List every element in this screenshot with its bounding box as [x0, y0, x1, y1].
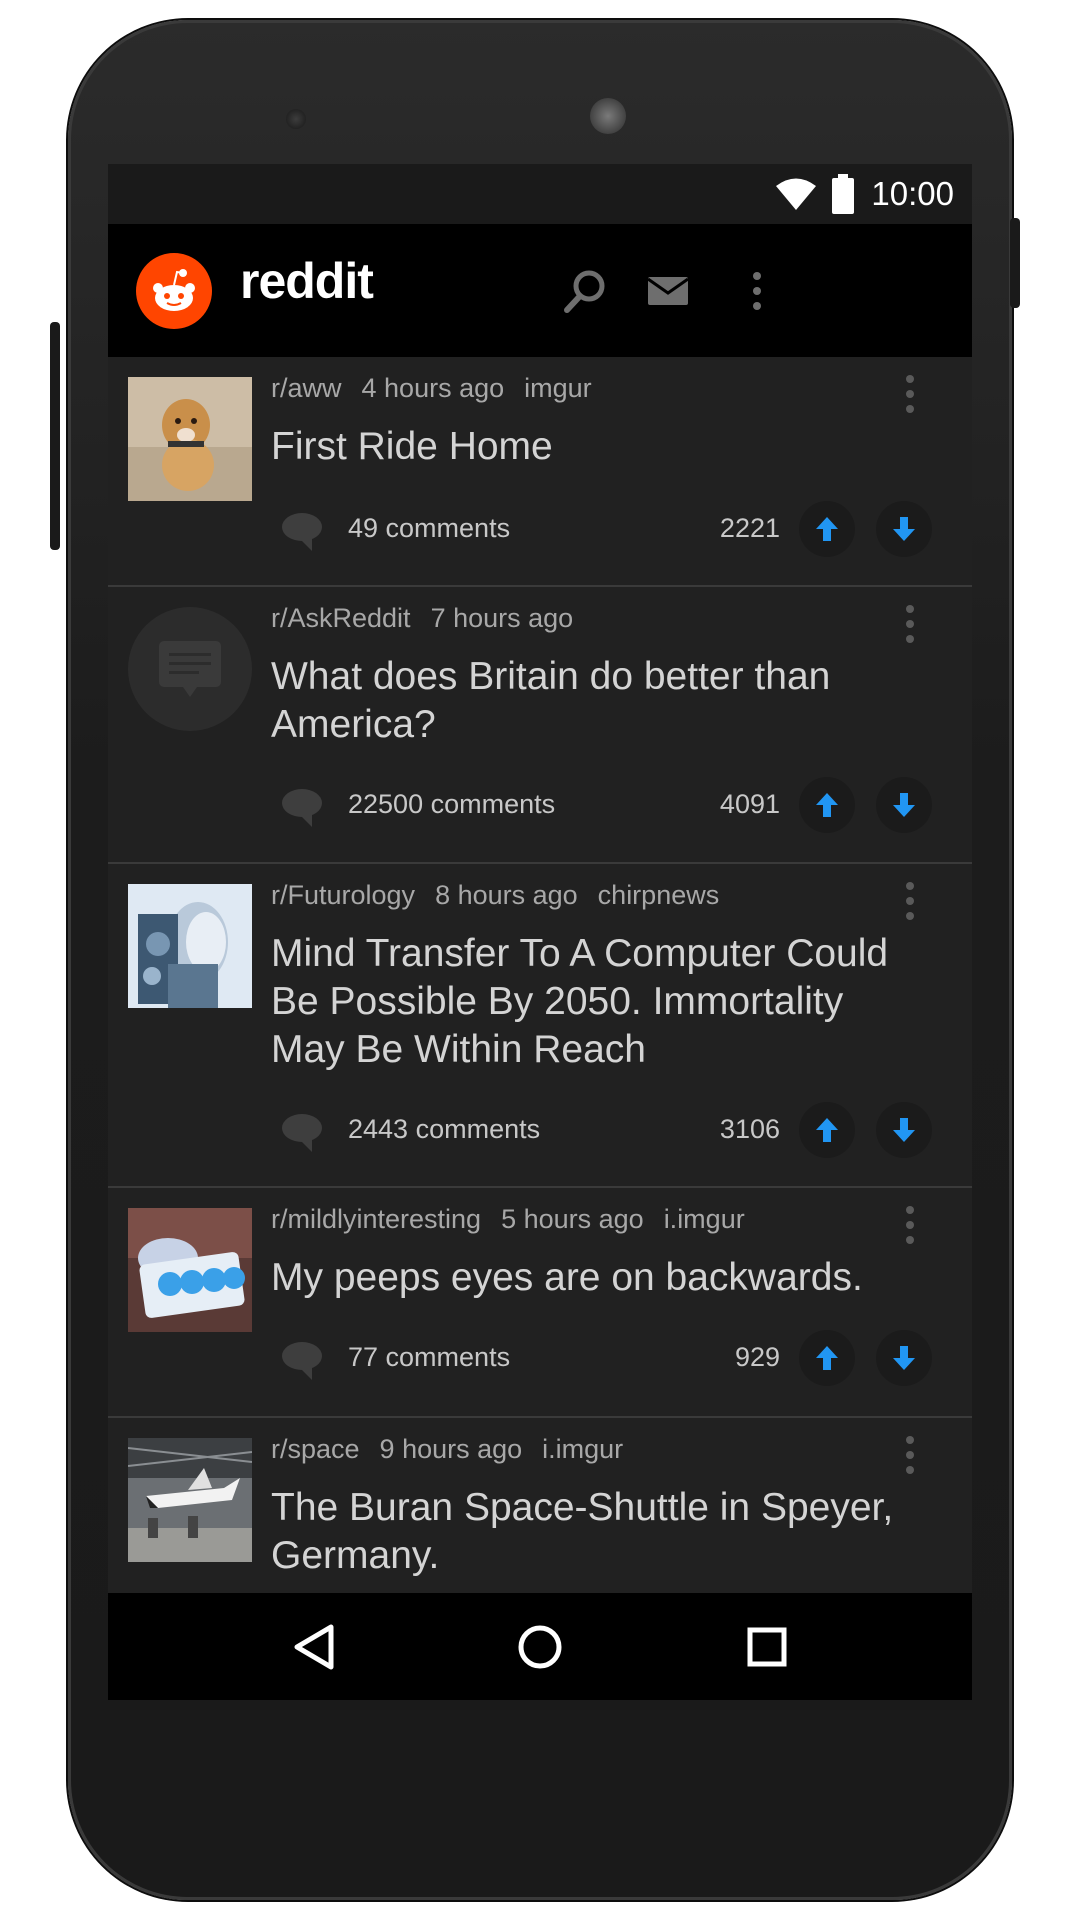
power-button	[1010, 218, 1020, 308]
post-subreddit[interactable]: r/Futurology	[271, 880, 415, 910]
battery-icon	[832, 174, 855, 214]
earpiece-speaker	[590, 98, 626, 134]
post-meta: r/mildlyinteresting 5 hours ago i.imgur	[271, 1204, 765, 1235]
post-thumbnail[interactable]	[128, 377, 252, 501]
arrow-down-icon	[893, 793, 915, 817]
post-age: 8 hours ago	[435, 880, 578, 910]
arrow-down-icon	[893, 1118, 915, 1142]
search-icon[interactable]	[558, 264, 612, 318]
post-subreddit[interactable]: r/space	[271, 1434, 360, 1464]
post-meta: r/space 9 hours ago i.imgur	[271, 1434, 643, 1465]
post-overflow-icon[interactable]	[898, 369, 922, 419]
post-item[interactable]: r/Futurology 8 hours ago chirpnews Mind Tr…	[108, 864, 972, 1188]
vote-score: 929	[734, 1342, 780, 1372]
comment-icon[interactable]	[278, 785, 326, 829]
comment-count[interactable]: 22500 comments	[348, 789, 555, 820]
post-meta: r/aww 4 hours ago imgur	[271, 373, 612, 404]
front-camera	[286, 109, 306, 129]
status-bar: 10:00	[108, 164, 972, 224]
volume-button	[50, 322, 60, 550]
post-title[interactable]: First Ride Home	[271, 423, 921, 471]
post-domain: i.imgur	[663, 1204, 745, 1234]
post-overflow-icon[interactable]	[898, 1430, 922, 1480]
back-button[interactable]	[288, 1621, 340, 1673]
recents-square-icon	[747, 1627, 787, 1667]
post-title[interactable]: My peeps eyes are on backwards.	[271, 1254, 921, 1302]
comment-count[interactable]: 77 comments	[348, 1342, 510, 1373]
home-circle-icon	[518, 1625, 562, 1669]
post-item[interactable]: r/AskReddit 7 hours ago What does Britain…	[108, 587, 972, 864]
post-thumbnail[interactable]	[128, 884, 252, 1008]
upvote-button[interactable]	[799, 1330, 855, 1386]
post-actions: 22500 comments 4091	[108, 775, 972, 835]
comment-count[interactable]: 49 comments	[348, 513, 510, 544]
post-age: 5 hours ago	[501, 1204, 644, 1234]
post-domain: imgur	[524, 373, 592, 403]
comment-icon[interactable]	[278, 1110, 326, 1154]
arrow-up-icon	[816, 517, 838, 541]
downvote-button[interactable]	[876, 777, 932, 833]
post-overflow-icon[interactable]	[898, 599, 922, 649]
comment-icon[interactable]	[278, 1338, 326, 1382]
post-age: 4 hours ago	[361, 373, 505, 403]
post-subreddit[interactable]: r/aww	[271, 373, 342, 403]
home-button[interactable]	[514, 1621, 566, 1673]
post-age: 7 hours ago	[430, 603, 574, 633]
post-item[interactable]: r/aww 4 hours ago imgur First Ride Home 49…	[108, 357, 972, 587]
arrow-down-icon	[893, 1346, 915, 1370]
screen: 10:00 reddit r/aww 4 hours ago imgur Fir…	[108, 164, 972, 1700]
wifi-icon	[776, 178, 817, 210]
app-title: reddit	[240, 253, 374, 309]
post-age: 9 hours ago	[379, 1434, 523, 1464]
post-meta: r/AskReddit 7 hours ago	[271, 603, 593, 634]
app-bar: reddit	[108, 224, 972, 357]
post-title[interactable]: The Buran Space-Shuttle in Speyer, Germa…	[271, 1484, 921, 1580]
upvote-button[interactable]	[799, 1102, 855, 1158]
post-domain: i.imgur	[542, 1434, 624, 1464]
post-meta: r/Futurology 8 hours ago chirpnews	[271, 880, 739, 911]
arrow-up-icon	[816, 1118, 838, 1142]
post-title[interactable]: Mind Transfer To A Computer Could Be Pos…	[271, 930, 921, 1074]
self-post-icon[interactable]	[128, 607, 252, 731]
post-thumbnail[interactable]	[128, 1438, 252, 1562]
more-vert-icon[interactable]	[730, 264, 784, 318]
vote-score: 3106	[719, 1114, 780, 1144]
post-item[interactable]: r/mildlyinteresting 5 hours ago i.imgur My…	[108, 1188, 972, 1418]
arrow-up-icon	[816, 1346, 838, 1370]
post-overflow-icon[interactable]	[898, 1200, 922, 1250]
post-subreddit[interactable]: r/AskReddit	[271, 603, 411, 633]
recents-button[interactable]	[741, 1621, 793, 1673]
comment-icon[interactable]	[278, 509, 326, 553]
downvote-button[interactable]	[876, 1330, 932, 1386]
upvote-button[interactable]	[799, 777, 855, 833]
arrow-up-icon	[816, 793, 838, 817]
upvote-button[interactable]	[799, 501, 855, 557]
arrow-down-icon	[893, 517, 915, 541]
post-subreddit[interactable]: r/mildlyinteresting	[271, 1204, 481, 1234]
comment-count[interactable]: 2443 comments	[348, 1114, 540, 1145]
post-actions: 77 comments 929	[108, 1328, 972, 1388]
post-actions: 2443 comments 3106	[108, 1100, 972, 1160]
reddit-logo-icon[interactable]	[136, 253, 212, 329]
post-actions: 49 comments 2221	[108, 499, 972, 559]
downvote-button[interactable]	[876, 501, 932, 557]
system-nav-bar	[108, 1593, 972, 1700]
post-title[interactable]: What does Britain do better than America…	[271, 653, 921, 749]
post-feed: r/aww 4 hours ago imgur First Ride Home 49…	[108, 357, 972, 1648]
post-domain: chirpnews	[597, 880, 720, 910]
vote-score: 2221	[719, 513, 780, 543]
back-triangle-icon	[294, 1624, 334, 1670]
post-thumbnail[interactable]	[128, 1208, 252, 1332]
status-time: 10:00	[871, 175, 954, 212]
downvote-button[interactable]	[876, 1102, 932, 1158]
vote-score: 4091	[719, 789, 780, 819]
post-overflow-icon[interactable]	[898, 876, 922, 926]
mail-icon[interactable]	[641, 264, 695, 318]
